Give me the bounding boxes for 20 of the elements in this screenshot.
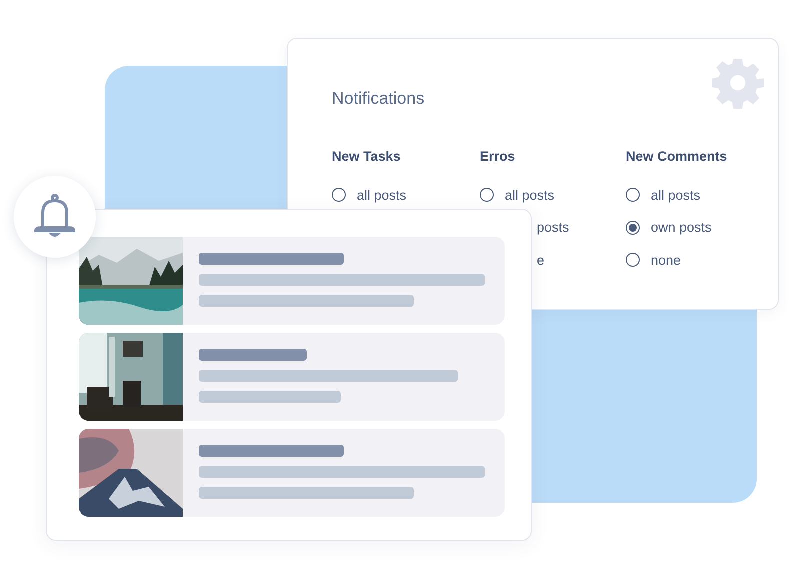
panel-title: Notifications xyxy=(332,89,426,109)
radio-button[interactable] xyxy=(332,188,346,202)
radio-button[interactable] xyxy=(626,188,640,202)
radio-button[interactable] xyxy=(626,253,640,268)
radio-button[interactable] xyxy=(626,220,640,235)
option-label: all posts xyxy=(357,188,407,203)
column-heading: New Comments xyxy=(626,149,728,165)
post-card[interactable] xyxy=(79,237,505,325)
option-label: all posts xyxy=(505,188,555,203)
post-card[interactable] xyxy=(79,333,505,421)
column-heading: Erros xyxy=(480,149,516,165)
column-heading: New Tasks xyxy=(332,149,402,165)
settings-icon xyxy=(712,57,764,109)
option-label: own posts xyxy=(651,220,712,236)
option-label: e xyxy=(537,252,545,268)
post-card[interactable] xyxy=(79,429,505,517)
option-label: none xyxy=(651,252,682,268)
radio-button[interactable] xyxy=(480,188,494,202)
option-label: all posts xyxy=(651,188,701,203)
option-label: posts xyxy=(537,220,570,236)
